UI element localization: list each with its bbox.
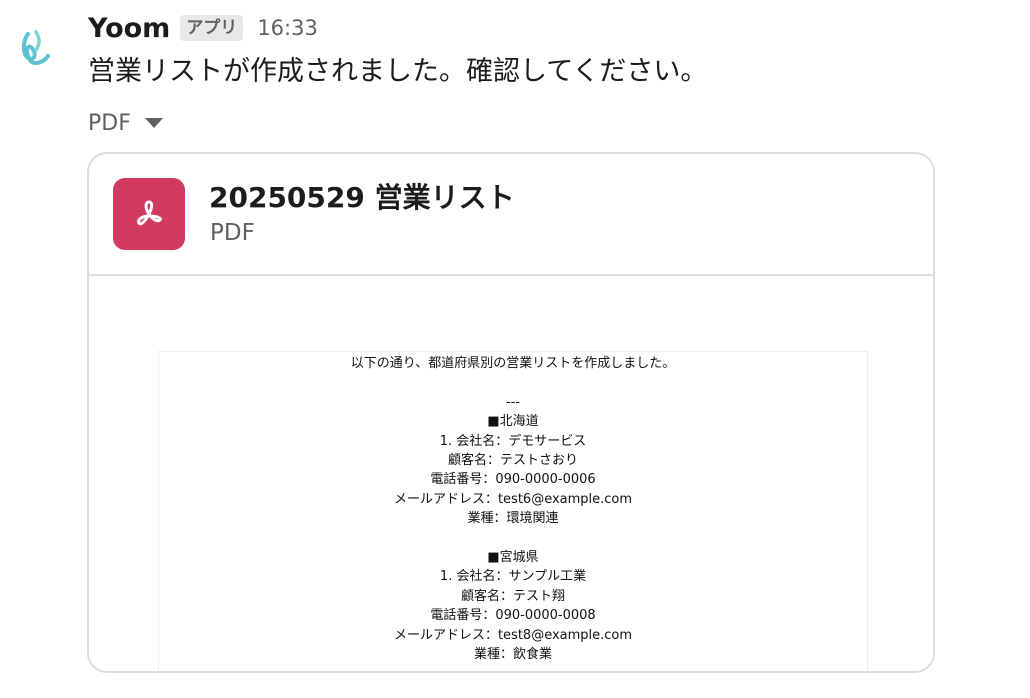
message: Yoom アプリ 16:33 営業リストが作成されました。確認してください。 P… xyxy=(0,0,1030,698)
file-toggle-label: PDF xyxy=(88,110,131,136)
document-line: メールアドレス：test8@example.com xyxy=(393,627,633,643)
file-name[interactable]: 20250529 営業リスト xyxy=(209,176,515,216)
document-line: 1. 会社名：サンプル工業 xyxy=(439,569,587,585)
file-attachment[interactable]: 20250529 営業リスト PDF 以下の通り、都道府県別の営業リストを作成し… xyxy=(87,152,935,673)
document-line: 以下の通り、都道府県別の営業リストを作成しました。 xyxy=(350,356,676,371)
document-line: 顧客名：テスト翔 xyxy=(460,588,565,604)
file-preview[interactable]: 以下の通り、都道府県別の営業リストを作成しました。 --- ■北海道 1. 会社… xyxy=(89,276,933,671)
document-line: 顧客名：テストさおり xyxy=(447,453,578,469)
pdf-page: 以下の通り、都道府県別の営業リストを作成しました。 --- ■北海道 1. 会社… xyxy=(158,351,868,671)
document-line: 業種：飲食業 xyxy=(473,647,552,663)
document-line: メールアドレス：test6@example.com xyxy=(393,491,633,507)
document-line: 電話番号：090-0000-0006 xyxy=(430,472,596,488)
message-header: Yoom アプリ 16:33 xyxy=(88,8,318,48)
avatar[interactable] xyxy=(0,8,72,84)
file-type: PDF xyxy=(210,220,255,246)
app-badge: アプリ xyxy=(180,15,244,41)
document-line: --- xyxy=(505,394,521,410)
yoom-logo-icon xyxy=(21,30,50,65)
sender-name[interactable]: Yoom xyxy=(88,13,170,44)
document-line xyxy=(159,529,867,548)
message-text: 営業リストが作成されました。確認してください。 xyxy=(88,56,708,87)
timestamp[interactable]: 16:33 xyxy=(257,16,318,40)
acrobat-icon xyxy=(137,200,162,226)
pdf-icon xyxy=(113,178,185,250)
file-toggle[interactable]: PDF xyxy=(88,106,163,140)
caret-down-icon xyxy=(144,118,163,128)
document-line: ■北海道 xyxy=(487,414,539,430)
document-line: ■宮城県 xyxy=(487,550,539,566)
file-header: 20250529 営業リスト PDF xyxy=(89,154,933,276)
document-line: 業種：環境関連 xyxy=(467,511,559,527)
document-line: 電話番号：090-0000-0008 xyxy=(430,608,596,624)
document-line xyxy=(159,373,867,392)
document-line: 1. 会社名：デモサービス xyxy=(439,433,587,449)
